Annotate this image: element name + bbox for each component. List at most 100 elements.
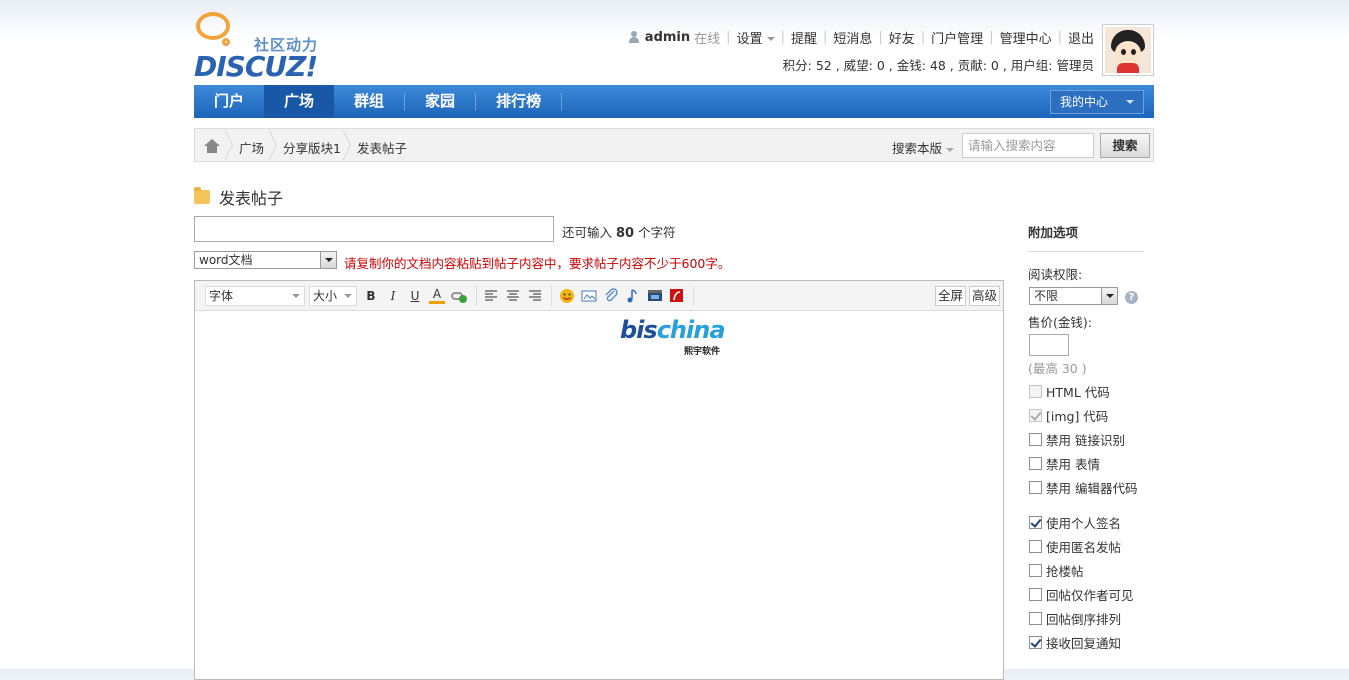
logo-bubble-icon <box>196 12 230 40</box>
option-floor-grab[interactable]: 抢楼帖 <box>1029 561 1084 580</box>
checkbox[interactable] <box>1029 433 1042 446</box>
smiley-icon[interactable] <box>559 288 575 304</box>
thread-type-select[interactable]: word文档 <box>194 251 337 269</box>
checkbox[interactable] <box>1029 612 1042 625</box>
logout-link[interactable]: 退出 <box>1068 28 1094 47</box>
bischina-logo-sub: 熙宇软件 <box>684 347 721 357</box>
notifications-link[interactable]: 提醒 <box>791 28 817 47</box>
bold-icon[interactable]: B <box>363 288 379 304</box>
checkbox[interactable] <box>1029 564 1042 577</box>
my-center-dropdown[interactable]: 我的中心 <box>1050 90 1144 114</box>
option-img-code[interactable]: [img] 代码 <box>1029 406 1108 425</box>
portal-admin-link[interactable]: 门户管理 <box>931 28 983 47</box>
site-logo[interactable]: 社区动力 DISCUZ! <box>194 10 334 83</box>
toolbar-divider <box>476 286 477 306</box>
nav-item-ranking[interactable]: 排行榜 <box>476 85 561 118</box>
checkbox[interactable] <box>1029 540 1042 553</box>
user-stats: 积分: 52 , 威望: 0 , 金钱: 48 , 贡献: 0 , 用户组: 管… <box>782 58 1094 73</box>
option-html-code[interactable]: HTML 代码 <box>1029 382 1110 401</box>
bischina-logo-text: bischina <box>620 316 726 344</box>
price-label: 售价(金钱): <box>1028 315 1092 330</box>
my-center-label: 我的中心 <box>1060 95 1109 109</box>
nav-item-home[interactable]: 家园 <box>405 85 475 118</box>
music-icon[interactable] <box>625 288 641 304</box>
option-anonymous-post[interactable]: 使用匿名发帖 <box>1029 537 1121 556</box>
post-editor: 字体 大小 B I U A 全屏 高级 bischina 熙宇软件 <box>194 280 1004 680</box>
avatar[interactable] <box>1102 24 1154 76</box>
option-label: 回帖仅作者可见 <box>1046 588 1134 603</box>
size-select[interactable]: 大小 <box>309 286 357 306</box>
chevron-down-icon <box>320 252 336 268</box>
breadcrumb-plaza[interactable]: 广场 <box>239 138 264 157</box>
avatar-face <box>1115 41 1141 65</box>
checkbox[interactable] <box>1029 588 1042 601</box>
bischina-logo-accent: china <box>656 316 726 344</box>
messages-link[interactable]: 短消息 <box>833 28 872 47</box>
font-color-icon[interactable]: A <box>429 288 445 304</box>
divider: | <box>726 29 731 45</box>
flash-icon[interactable] <box>669 288 685 304</box>
friends-link[interactable]: 好友 <box>889 28 915 47</box>
option-label: 回帖倒序排列 <box>1046 612 1122 627</box>
advanced-button[interactable]: 高级 <box>969 286 1001 306</box>
price-input[interactable] <box>1029 334 1069 356</box>
font-select[interactable]: 字体 <box>205 286 305 306</box>
link-icon[interactable] <box>451 288 467 304</box>
breadcrumb-separator <box>224 129 237 161</box>
breadcrumb: 广场 分享版块1 发表帖子 搜索本版 请输入搜索内容 搜索 <box>194 128 1154 162</box>
bischina-logo-main: bis <box>620 316 658 344</box>
divider: | <box>822 29 828 45</box>
page-title: 发表帖子 <box>194 185 283 209</box>
option-use-signature[interactable]: 使用个人签名 <box>1029 513 1121 532</box>
checkbox[interactable] <box>1029 385 1042 398</box>
image-icon[interactable] <box>581 288 597 304</box>
editor-toolbar: 字体 大小 B I U A 全屏 高级 <box>195 281 1003 311</box>
option-disable-link-parse[interactable]: 禁用 链接识别 <box>1029 430 1125 449</box>
underline-icon[interactable]: U <box>407 288 423 304</box>
read-permission-select[interactable]: 不限 <box>1029 287 1118 305</box>
checkbox[interactable] <box>1029 481 1042 494</box>
nav-item-groups[interactable]: 群组 <box>334 85 404 118</box>
video-icon[interactable] <box>647 288 663 304</box>
breadcrumb-forum[interactable]: 分享版块1 <box>283 138 341 157</box>
option-disable-smilies[interactable]: 禁用 表情 <box>1029 454 1100 473</box>
settings-link[interactable]: 设置 <box>737 28 775 47</box>
attachment-icon[interactable] <box>603 288 619 304</box>
option-reply-notify[interactable]: 接收回复通知 <box>1029 633 1121 652</box>
search-button[interactable]: 搜索 <box>1100 133 1150 158</box>
avatar-image <box>1105 27 1151 73</box>
option-reverse-order[interactable]: 回帖倒序排列 <box>1029 609 1121 628</box>
username-link[interactable]: admin <box>645 30 690 45</box>
extra-options-title: 附加选项 <box>1028 222 1144 252</box>
top-user-nav: admin 在线 | 设置 | 提醒 | 短消息 | 好友 | 门户管理 | 管… <box>628 28 1094 47</box>
search-scope-dropdown[interactable]: 搜索本版 <box>892 138 955 157</box>
chevron-down-icon <box>946 147 955 152</box>
chevron-down-icon <box>344 294 352 298</box>
home-icon[interactable] <box>204 139 220 153</box>
italic-icon[interactable]: I <box>385 288 401 304</box>
divider: | <box>1057 29 1062 45</box>
search-input[interactable]: 请输入搜索内容 <box>962 133 1094 158</box>
nav-item-plaza[interactable]: 广场 <box>264 85 335 118</box>
type-notice: 请复制你的文档内容粘贴到帖子内容中，要求帖子内容不少于600字。 <box>344 256 731 271</box>
checkbox[interactable] <box>1029 457 1042 470</box>
fullscreen-button[interactable]: 全屏 <box>935 286 967 306</box>
read-permission-label: 阅读权限: <box>1028 267 1083 282</box>
size-select-label: 大小 <box>313 289 338 303</box>
option-label: [img] 代码 <box>1046 409 1109 424</box>
nav-item-portal[interactable]: 门户 <box>194 85 264 118</box>
help-icon[interactable]: ? <box>1125 291 1138 304</box>
align-right-icon[interactable] <box>527 288 543 304</box>
admin-center-link[interactable]: 管理中心 <box>1000 28 1052 47</box>
divider: | <box>989 29 994 45</box>
subject-input[interactable] <box>194 216 554 242</box>
option-disable-editor-code[interactable]: 禁用 编辑器代码 <box>1029 478 1137 497</box>
align-center-icon[interactable] <box>505 288 521 304</box>
avatar-eye <box>1131 49 1136 55</box>
checkbox[interactable] <box>1029 516 1042 529</box>
price-max-hint: (最高 30 ) <box>1028 361 1087 376</box>
checkbox[interactable] <box>1029 409 1042 422</box>
checkbox[interactable] <box>1029 636 1042 649</box>
option-reply-author-only[interactable]: 回帖仅作者可见 <box>1029 585 1134 604</box>
align-left-icon[interactable] <box>483 288 499 304</box>
